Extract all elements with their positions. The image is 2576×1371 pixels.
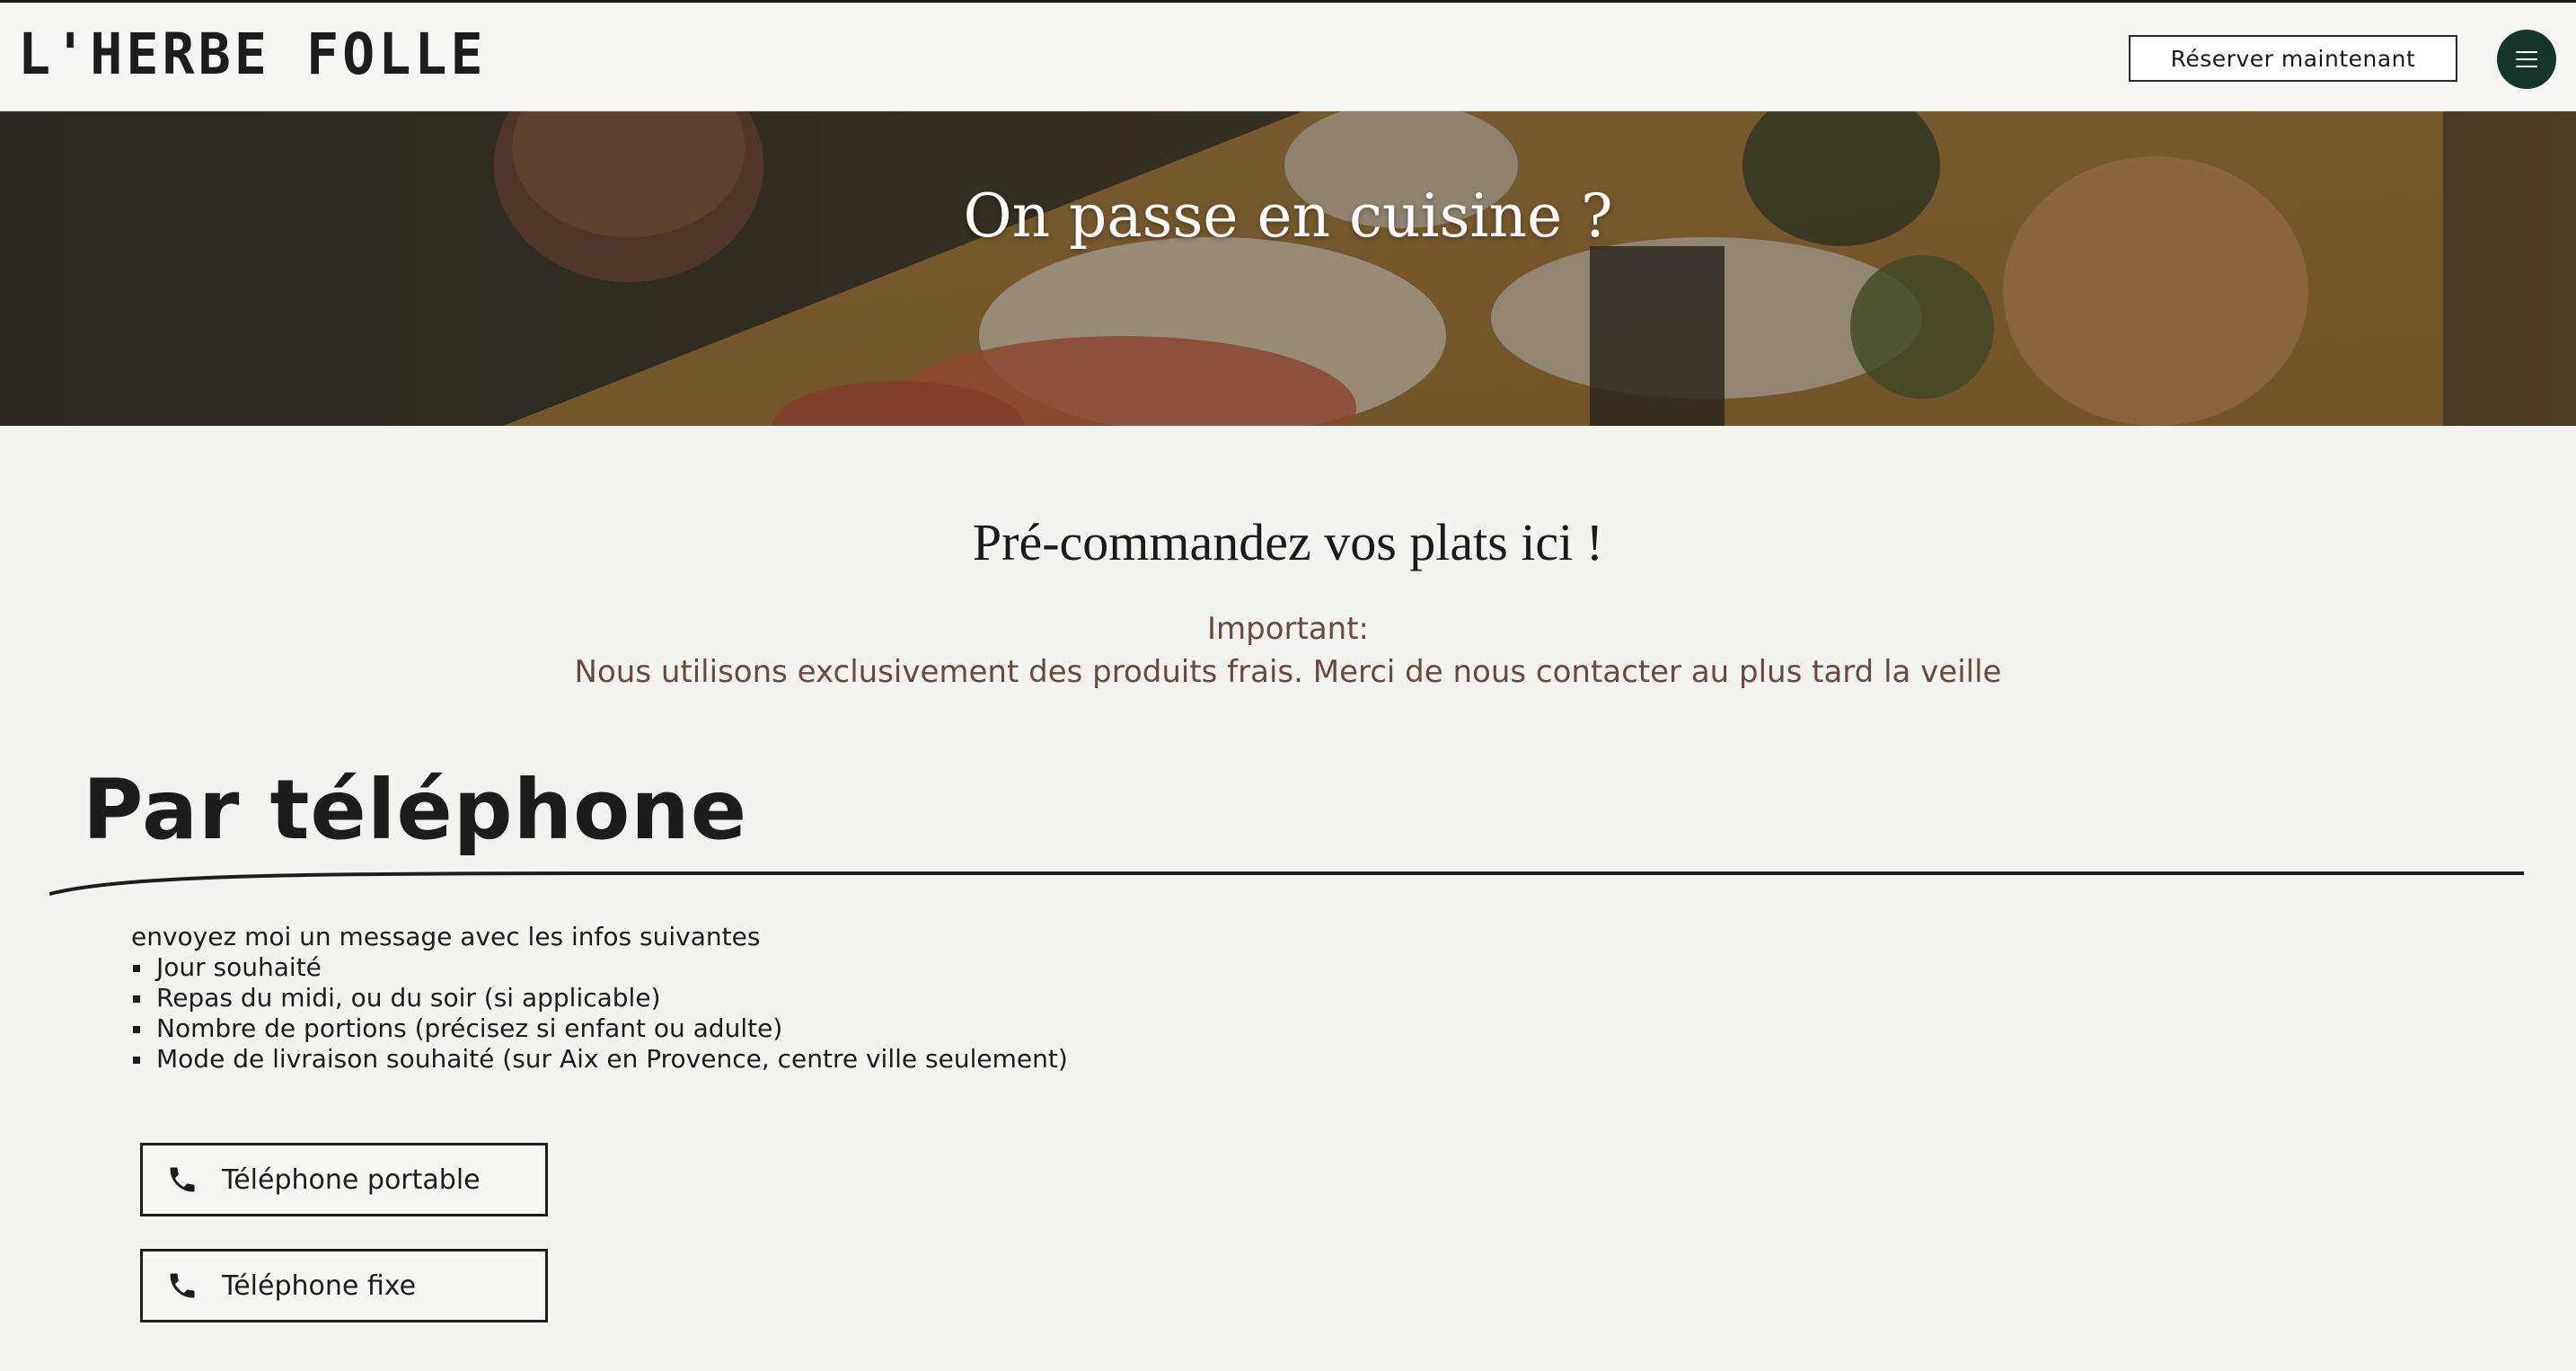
list-item: Mode de livraison souhaité (sur Aix en P… [131,1044,1068,1075]
hero-food-image [0,111,2576,426]
list-item: Jour souhaité [131,952,1068,983]
site-logo[interactable]: L'HERBE FOLLE [18,27,487,84]
landline-phone-button[interactable]: Téléphone fixe [140,1249,548,1322]
phone-section-heading: Par téléphone [83,762,748,858]
order-info: envoyez moi un message avec les infos su… [131,922,1068,1075]
mobile-phone-button[interactable]: Téléphone portable [140,1143,548,1216]
section-title: Pré-commandez vos plats ici ! [972,513,1604,571]
mobile-phone-label: Téléphone portable [222,1163,481,1196]
hamburger-icon [2516,51,2537,67]
hero-banner: On passe en cuisine ? [0,111,2576,426]
phone-icon [164,1268,200,1304]
list-item: Repas du midi, ou du soir (si applicable… [131,983,1068,1013]
info-list: Jour souhaité Repas du midi, ou du soir … [131,952,1068,1075]
heading-underline [49,871,2524,896]
important-notice: Important: Nous utilisons exclusivement … [0,607,2576,694]
landline-phone-label: Téléphone fixe [222,1269,417,1302]
site-header: L'HERBE FOLLE Réserver maintenant [0,0,2576,111]
important-text: Nous utilisons exclusivement des produit… [574,654,2002,690]
reserve-now-button[interactable]: Réserver maintenant [2129,35,2457,82]
list-item: Nombre de portions (précisez si enfant o… [131,1013,1068,1044]
phone-icon [164,1162,200,1198]
important-label: Important: [1206,611,1369,647]
menu-button[interactable] [2497,30,2556,89]
info-intro: envoyez moi un message avec les infos su… [131,922,761,951]
hero-title: On passe en cuisine ? [963,181,1613,251]
